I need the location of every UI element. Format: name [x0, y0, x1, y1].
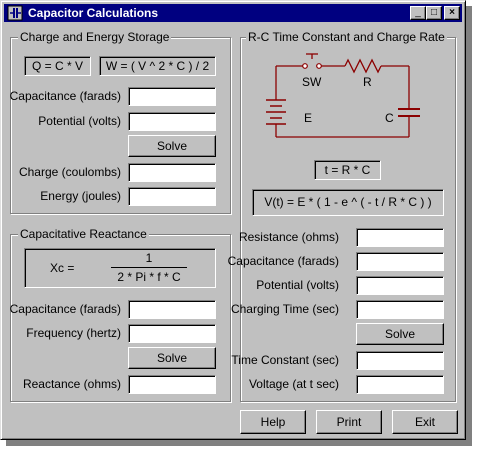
title-bar[interactable]: Capacitor Calculations _ □ ×: [4, 4, 462, 22]
formula-energy: W = ( V ^ 2 * C ) / 2: [99, 56, 216, 76]
formula-reactance: Xc = 1 2 * Pi * f * C: [24, 248, 216, 288]
formula-charge: Q = C * V: [24, 56, 91, 76]
help-button[interactable]: Help: [240, 410, 306, 434]
circuit-label-sw: SW: [302, 75, 322, 89]
rc-voltage-label: Voltage (at t sec): [248, 377, 339, 391]
formula-reactance-numerator: 1: [145, 251, 153, 265]
close-button[interactable]: ×: [444, 6, 460, 20]
reactance-ohms-output[interactable]: [128, 375, 216, 394]
charge-capacitance-label: Capacitance (farads): [9, 89, 121, 103]
rc-circuit-diagram: SW R E C: [266, 53, 420, 138]
rc-potential-label: Potential (volts): [256, 278, 339, 292]
energy-joules-label: Energy (joules): [40, 189, 121, 203]
rc-voltage-output[interactable]: [356, 375, 444, 394]
reactance-capacitance-input[interactable]: [128, 300, 216, 319]
rc-charging-time-input[interactable]: [356, 300, 444, 319]
rc-potential-input[interactable]: [356, 276, 444, 295]
circuit-label-c: C: [385, 111, 394, 125]
rc-capacitance-input[interactable]: [356, 252, 444, 271]
rc-charging-time-label: Charging Time (sec): [230, 302, 339, 316]
energy-joules-output[interactable]: [128, 187, 216, 206]
charge-energy-group-label: Charge and Energy Storage: [18, 30, 172, 44]
rc-solve-button[interactable]: Solve: [356, 323, 444, 345]
rc-resistance-input[interactable]: [356, 228, 444, 247]
window-title: Capacitor Calculations: [28, 6, 159, 20]
charge-potential-input[interactable]: [128, 112, 216, 131]
charge-solve-button[interactable]: Solve: [128, 135, 216, 157]
charge-capacitance-input[interactable]: [128, 87, 216, 106]
charge-coulombs-label: Charge (coulombs): [18, 165, 121, 179]
rc-capacitance-label: Capacitance (farads): [227, 254, 339, 268]
formula-fraction-bar: [111, 267, 187, 268]
rc-time-constant-label: Time Constant (sec): [231, 353, 339, 367]
charge-potential-label: Potential (volts): [38, 114, 121, 128]
charge-coulombs-output[interactable]: [128, 163, 216, 182]
reactance-group-label: Capacitative Reactance: [18, 227, 149, 241]
circuit-label-e: E: [304, 111, 312, 125]
reactance-capacitance-label: Capacitance (farads): [9, 302, 121, 316]
rc-time-constant-output[interactable]: [356, 351, 444, 370]
maximize-icon: □: [430, 7, 438, 18]
reactance-solve-button[interactable]: Solve: [128, 347, 216, 369]
circuit-label-r: R: [363, 75, 372, 89]
app-window: Capacitor Calculations _ □ × Charge and …: [0, 0, 466, 440]
close-icon: ×: [449, 7, 455, 18]
exit-button[interactable]: Exit: [392, 410, 458, 434]
minimize-icon: _: [415, 7, 421, 18]
formula-reactance-denominator: 2 * Pi * f * C: [117, 270, 181, 284]
reactance-frequency-input[interactable]: [128, 324, 216, 343]
print-button[interactable]: Print: [316, 410, 382, 434]
maximize-button[interactable]: □: [426, 6, 442, 20]
reactance-ohms-label: Reactance (ohms): [22, 377, 121, 391]
capacitor-app-icon: [7, 5, 23, 21]
formula-time-constant: t = R * C: [314, 160, 381, 180]
formula-voltage: V(t) = E * ( 1 - e ^ ( - t / R * C ) ): [252, 189, 444, 216]
formula-reactance-lhs: Xc =: [50, 261, 75, 275]
rc-group-label: R-C Time Constant and Charge Rate: [246, 30, 447, 44]
reactance-frequency-label: Frequency (hertz): [26, 326, 121, 340]
minimize-button[interactable]: _: [410, 6, 426, 20]
rc-resistance-label: Resistance (ohms): [238, 230, 339, 244]
